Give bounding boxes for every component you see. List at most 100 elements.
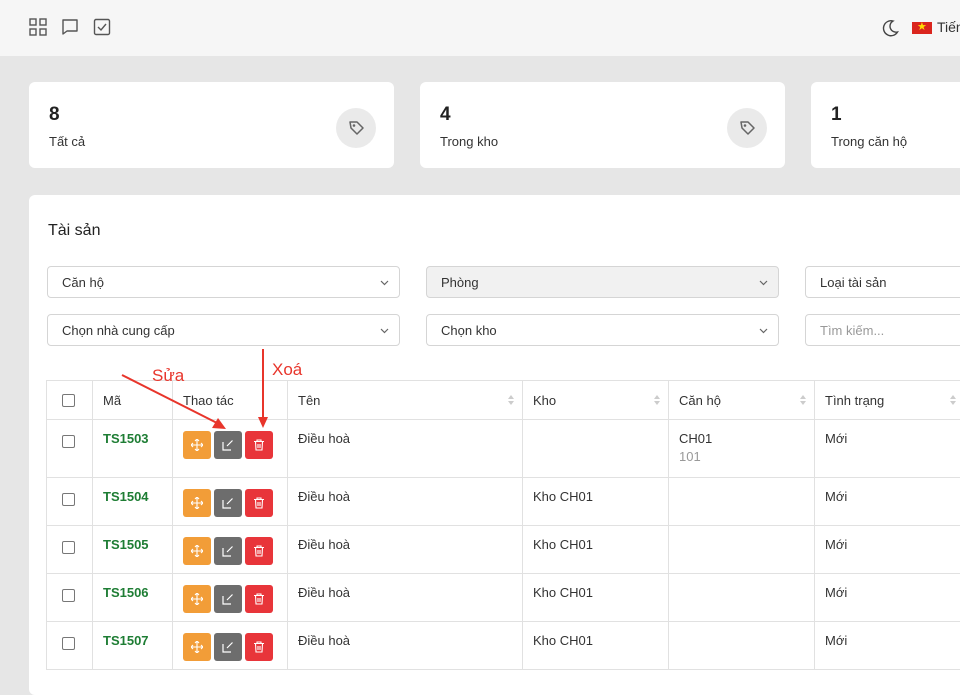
supplier-select[interactable]: Chọn nhà cung cấp xyxy=(47,314,400,346)
move-button[interactable] xyxy=(183,537,211,565)
asset-apartment: CH01 xyxy=(679,431,804,446)
delete-button[interactable] xyxy=(245,537,273,565)
grid-icon[interactable] xyxy=(28,17,48,37)
select-all-checkbox[interactable] xyxy=(62,394,75,407)
table-row: TS1504 Điều hoà Kho CH01 Mới xyxy=(47,478,960,526)
asset-status: Mới xyxy=(815,526,960,574)
select-value: Căn hộ xyxy=(62,275,104,290)
table-row: TS1503 Điều hoà CH01101 Mới xyxy=(47,420,960,478)
asset-status: Mới xyxy=(815,478,960,526)
stat-card-in-apartment[interactable]: 1 Trong căn hộ xyxy=(811,82,960,168)
move-icon xyxy=(191,593,203,605)
stat-count: 1 xyxy=(831,104,842,126)
move-button[interactable] xyxy=(183,489,211,517)
moon-icon[interactable] xyxy=(880,18,900,38)
asset-code[interactable]: TS1506 xyxy=(93,574,173,622)
edit-button[interactable] xyxy=(214,633,242,661)
row-checkbox[interactable] xyxy=(62,589,75,602)
stat-label: Trong căn hộ xyxy=(831,134,907,149)
asset-apartment-cell xyxy=(669,478,815,526)
table-row: TS1505 Điều hoà Kho CH01 Mới xyxy=(47,526,960,574)
row-select-cell xyxy=(47,478,93,526)
top-bar: ★ Tiến xyxy=(0,0,960,56)
edit-icon xyxy=(222,545,234,557)
actions-cell xyxy=(173,622,288,670)
stat-card-all[interactable]: 8 Tất cả xyxy=(29,82,394,168)
asset-type-select[interactable]: Loại tài sản xyxy=(805,266,960,298)
asset-code[interactable]: TS1503 xyxy=(93,420,173,478)
row-checkbox[interactable] xyxy=(62,493,75,506)
stat-count: 4 xyxy=(440,104,451,126)
column-header-apartment[interactable]: Căn hộ xyxy=(669,381,815,420)
tag-icon xyxy=(727,108,767,148)
asset-name: Điều hoà xyxy=(288,526,523,574)
select-value: Chọn nhà cung cấp xyxy=(62,323,175,338)
move-button[interactable] xyxy=(183,431,211,459)
panel-title: Tài sản xyxy=(48,222,100,240)
trash-icon xyxy=(253,439,265,451)
apartment-select[interactable]: Căn hộ xyxy=(47,266,400,298)
assets-panel: Tài sản Căn hộ Phòng Loại tài sản Chọn n… xyxy=(29,195,960,695)
row-checkbox[interactable] xyxy=(62,637,75,650)
checkbox-icon[interactable] xyxy=(92,17,112,37)
asset-name: Điều hoà xyxy=(288,478,523,526)
column-header-status[interactable]: Tình trạng xyxy=(815,381,960,420)
edit-icon xyxy=(222,593,234,605)
row-checkbox[interactable] xyxy=(62,541,75,554)
select-value: Chọn kho xyxy=(441,323,497,338)
select-value: Loại tài sản xyxy=(820,275,887,290)
column-header-label: Tình trạng xyxy=(825,393,884,408)
warehouse-select[interactable]: Chọn kho xyxy=(426,314,779,346)
delete-button[interactable] xyxy=(245,633,273,661)
chevron-down-icon xyxy=(380,280,389,286)
asset-status: Mới xyxy=(815,574,960,622)
delete-button[interactable] xyxy=(245,585,273,613)
sort-icon[interactable] xyxy=(800,394,806,406)
edit-icon xyxy=(222,439,234,451)
asset-warehouse: Kho CH01 xyxy=(523,622,669,670)
tag-icon xyxy=(336,108,376,148)
sort-icon[interactable] xyxy=(508,394,514,406)
move-button[interactable] xyxy=(183,585,211,613)
room-select[interactable]: Phòng xyxy=(426,266,779,298)
chevron-down-icon xyxy=(380,328,389,334)
move-icon xyxy=(191,641,203,653)
column-header-name[interactable]: Tên xyxy=(288,381,523,420)
edit-button[interactable] xyxy=(214,489,242,517)
chat-icon[interactable] xyxy=(60,17,80,37)
asset-code[interactable]: TS1507 xyxy=(93,622,173,670)
table-row: TS1506 Điều hoà Kho CH01 Mới xyxy=(47,574,960,622)
row-checkbox[interactable] xyxy=(62,435,75,448)
edit-button[interactable] xyxy=(214,585,242,613)
trash-icon xyxy=(253,545,265,557)
asset-code[interactable]: TS1504 xyxy=(93,478,173,526)
column-header-label: Căn hộ xyxy=(679,393,721,408)
row-select-cell xyxy=(47,574,93,622)
delete-button[interactable] xyxy=(245,489,273,517)
edit-annotation-label: Sửa xyxy=(152,366,184,386)
stat-label: Tất cả xyxy=(49,134,85,149)
delete-button[interactable] xyxy=(245,431,273,459)
edit-button[interactable] xyxy=(214,431,242,459)
column-header-warehouse[interactable]: Kho xyxy=(523,381,669,420)
select-all-header[interactable] xyxy=(47,381,93,420)
asset-warehouse: Kho CH01 xyxy=(523,574,669,622)
edit-icon xyxy=(222,497,234,509)
column-header-code[interactable]: Mã xyxy=(93,381,173,420)
sort-icon[interactable] xyxy=(950,394,956,406)
asset-status: Mới xyxy=(815,420,960,478)
asset-apartment-cell xyxy=(669,622,815,670)
trash-icon xyxy=(253,497,265,509)
asset-warehouse: Kho CH01 xyxy=(523,478,669,526)
asset-code[interactable]: TS1505 xyxy=(93,526,173,574)
asset-status: Mới xyxy=(815,622,960,670)
actions-cell xyxy=(173,420,288,478)
sort-icon[interactable] xyxy=(654,394,660,406)
move-button[interactable] xyxy=(183,633,211,661)
trash-icon xyxy=(253,641,265,653)
stat-card-in-warehouse[interactable]: 4 Trong kho xyxy=(420,82,785,168)
language-selector[interactable]: Tiến xyxy=(937,19,960,35)
vietnam-flag-icon[interactable]: ★ xyxy=(912,22,932,34)
edit-button[interactable] xyxy=(214,537,242,565)
search-input[interactable]: Tìm kiếm... xyxy=(805,314,960,346)
